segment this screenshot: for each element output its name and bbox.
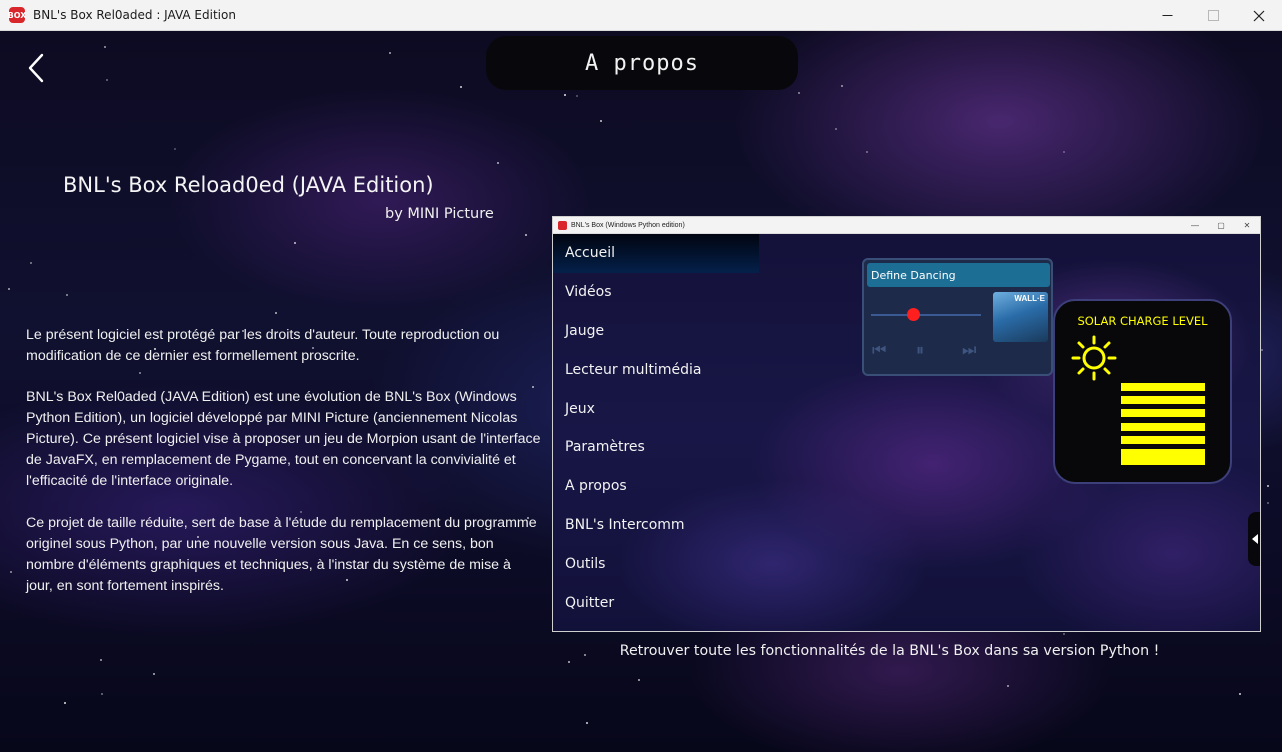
preview-window-title: BNL's Box (Windows Python edition): [571, 221, 685, 229]
python-edition-screenshot: BNL's Box (Windows Python edition) — ▢ ✕…: [552, 216, 1261, 632]
close-button[interactable]: [1236, 0, 1282, 31]
window-titlebar[interactable]: BOX BNL's Box Rel0aded : JAVA Edition: [0, 0, 1282, 31]
star: [1063, 151, 1065, 153]
preview-progress-knob: [907, 308, 921, 321]
preview-menu-item: Paramètres: [565, 439, 645, 456]
chevron-left-icon: [28, 53, 44, 83]
preview-menu-item: Accueil: [553, 234, 759, 273]
star: [841, 85, 843, 87]
preview-solar-charge-widget: SOLAR CHARGE LEVEL: [1053, 299, 1232, 484]
star: [1267, 502, 1269, 504]
close-icon: [1253, 10, 1265, 21]
minimize-icon: [1162, 15, 1172, 16]
star: [10, 571, 12, 573]
preview-menu-item: Lecteur multimédia: [565, 361, 702, 378]
evolution-paragraph: BNL's Box Rel0aded (JAVA Edition) est un…: [26, 389, 541, 489]
star: [30, 262, 32, 264]
preview-menu: Accueil Vidéos Jauge Lecteur multimédia Jeux…: [553, 234, 759, 622]
product-byline: by MINI Picture: [385, 206, 494, 222]
app-icon: BOX: [8, 7, 26, 23]
about-page: A propos BNL's Box Reload0ed (JAVA Editi…: [0, 31, 1282, 752]
star: [600, 120, 602, 122]
maximize-icon: [1207, 10, 1219, 21]
star: [64, 702, 66, 704]
star: [576, 95, 578, 97]
screenshot-caption: Retrouver toute les fonctionnalités de l…: [619, 643, 1160, 659]
page-title: A propos: [585, 50, 699, 76]
preview-solar-bar: [1121, 435, 1205, 444]
caret-left-icon: [1252, 534, 1258, 544]
star: [101, 693, 103, 695]
preview-solar-bar: [1121, 422, 1205, 431]
project-paragraph: Ce projet de taille réduite, sert de bas…: [26, 515, 537, 594]
star: [294, 242, 296, 244]
sun-icon: [1071, 335, 1117, 381]
preview-solar-bar: [1121, 383, 1205, 391]
preview-menu-item: Jauge: [565, 322, 605, 339]
preview-album-cover: WALL·E: [993, 292, 1048, 342]
preview-cover-label: WALL·E: [1014, 294, 1045, 303]
star: [106, 79, 108, 81]
star: [497, 162, 499, 164]
star: [139, 372, 141, 374]
preview-previous-icon: ⏮: [872, 342, 887, 359]
preview-next-icon: ⏭: [962, 342, 977, 359]
star: [1063, 633, 1065, 635]
star: [153, 673, 155, 675]
preview-solar-bar: [1121, 409, 1205, 418]
preview-solar-bar: [1121, 396, 1205, 405]
preview-menu-item: Outils: [565, 555, 606, 572]
product-title: BNL's Box Reload0ed (JAVA Edition): [63, 173, 434, 197]
star: [174, 148, 176, 150]
star: [586, 722, 588, 724]
preview-progress-track: [871, 314, 981, 316]
star: [835, 128, 837, 130]
preview-pause-icon: ⏸: [916, 342, 925, 359]
star: [1007, 685, 1009, 687]
star: [638, 679, 640, 681]
star: [1267, 485, 1269, 487]
minimize-button[interactable]: [1144, 0, 1190, 31]
star: [66, 294, 68, 296]
preview-titlebar: BNL's Box (Windows Python edition) — ▢ ✕: [553, 217, 1260, 234]
maximize-button[interactable]: [1190, 0, 1236, 31]
star: [8, 288, 10, 290]
star: [460, 86, 462, 88]
star: [1239, 693, 1241, 695]
star: [568, 661, 570, 663]
preview-close-icon: ✕: [1243, 221, 1251, 230]
star: [100, 659, 102, 661]
preview-menu-item: A propos: [565, 478, 627, 495]
copyright-paragraph: Le présent logiciel est protégé par les …: [26, 327, 500, 364]
preview-minimize-icon: —: [1191, 221, 1199, 230]
preview-side-handle: [1248, 512, 1260, 566]
preview-body: Accueil Vidéos Jauge Lecteur multimédia Jeux…: [553, 234, 1260, 631]
star: [275, 312, 277, 314]
preview-app-icon: [558, 220, 567, 230]
preview-solar-bar: [1121, 449, 1205, 465]
preview-menu-item: Jeux: [565, 400, 595, 417]
page-header: A propos: [486, 36, 798, 90]
star: [104, 46, 106, 48]
star: [564, 94, 566, 96]
preview-menu-item: BNL's Intercomm: [565, 516, 685, 533]
preview-media-player: Define Dancing WALL·E ⏮ ⏸ ⏭: [862, 258, 1053, 376]
star: [866, 151, 868, 153]
preview-menu-item: Quitter: [565, 594, 615, 611]
preview-maximize-icon: ▢: [1217, 221, 1225, 230]
preview-solar-title: SOLAR CHARGE LEVEL: [1077, 314, 1208, 328]
preview-track-title: Define Dancing: [867, 263, 1050, 287]
window-title: BNL's Box Rel0aded : JAVA Edition: [33, 8, 236, 22]
star: [1261, 349, 1263, 351]
star: [798, 92, 800, 94]
star: [389, 52, 391, 54]
preview-menu-item: Vidéos: [565, 284, 612, 301]
back-button[interactable]: [22, 51, 52, 85]
star: [525, 234, 527, 236]
